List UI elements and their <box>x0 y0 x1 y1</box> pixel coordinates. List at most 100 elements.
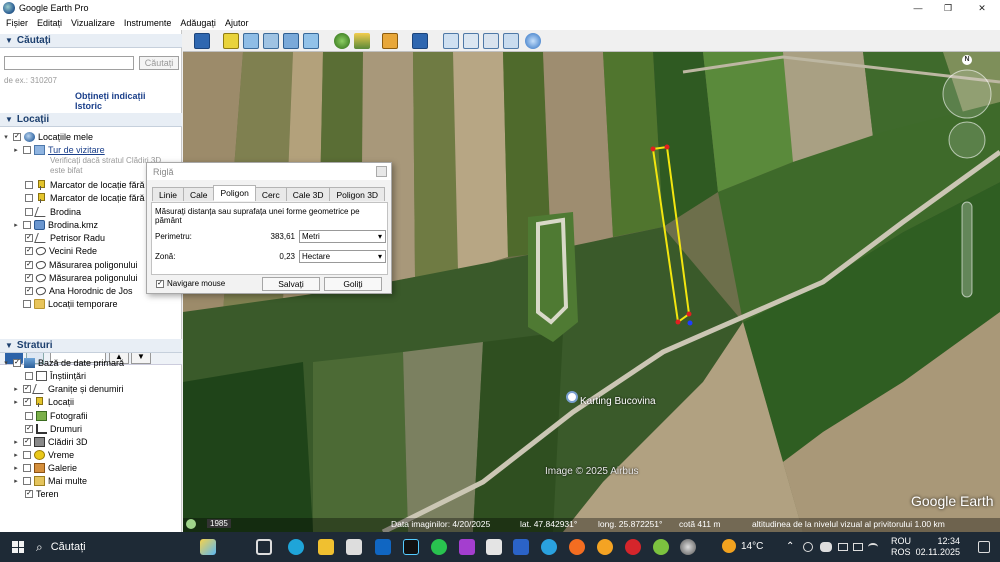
copilot-icon[interactable] <box>200 539 216 555</box>
expand-icon[interactable]: ▸ <box>12 385 20 393</box>
layer-item[interactable]: ▸ Galerie <box>12 461 77 474</box>
checkbox[interactable] <box>25 273 33 282</box>
tab-line[interactable]: Linie <box>152 187 184 201</box>
places-item[interactable]: Locații temporare <box>12 297 118 310</box>
store-icon[interactable] <box>346 539 362 555</box>
calculator-icon[interactable] <box>486 539 502 555</box>
menu-edit[interactable]: Editați <box>37 18 62 28</box>
expand-icon[interactable]: ▾ <box>2 133 10 141</box>
file-explorer-icon[interactable] <box>318 539 334 555</box>
checkbox[interactable] <box>25 489 33 498</box>
checkbox[interactable] <box>25 233 33 242</box>
checkbox[interactable] <box>13 132 21 141</box>
whatsapp-icon[interactable] <box>431 539 447 555</box>
places-item[interactable]: Marcator de locație fără t <box>22 178 150 191</box>
checkbox[interactable] <box>23 476 31 485</box>
expand-icon[interactable]: ▸ <box>12 146 20 154</box>
chevron-up-icon[interactable]: ⌃ <box>786 541 794 552</box>
expand-icon[interactable]: ▸ <box>12 221 20 229</box>
layer-item[interactable]: Înștiințări <box>22 369 86 382</box>
layer-item[interactable]: ▸ Mai multe <box>12 474 87 487</box>
checkbox[interactable] <box>23 397 31 406</box>
sunlight-icon[interactable] <box>354 33 370 49</box>
checkbox[interactable] <box>25 286 33 295</box>
cloud-icon[interactable] <box>820 542 832 552</box>
checkbox[interactable] <box>25 424 33 433</box>
menu-help[interactable]: Ajutor <box>225 18 249 28</box>
display-icon[interactable] <box>838 543 848 551</box>
record-tour-icon[interactable] <box>303 33 319 49</box>
sidebar-toggle-icon[interactable] <box>194 33 210 49</box>
expand-icon[interactable]: ▸ <box>12 398 20 406</box>
search-input[interactable] <box>4 56 134 70</box>
earth-view-icon[interactable] <box>525 33 541 49</box>
clear-button[interactable]: Goliți <box>324 277 382 291</box>
onenote-icon[interactable] <box>459 539 475 555</box>
expand-icon[interactable]: ▾ <box>2 359 10 367</box>
layer-item[interactable]: Fotografii <box>22 409 88 422</box>
history-icon[interactable] <box>186 519 196 529</box>
area-unit-select[interactable]: Hectare <box>299 250 386 263</box>
expand-icon[interactable]: ▸ <box>12 438 20 446</box>
checkbox[interactable] <box>23 384 31 393</box>
layers-section-header[interactable]: ▼ Straturi <box>0 339 182 353</box>
layer-item[interactable]: ▾ Bază de date primară <box>2 356 124 369</box>
outlook-icon[interactable] <box>375 539 391 555</box>
checkbox[interactable] <box>23 463 31 472</box>
checkbox[interactable] <box>25 260 33 269</box>
save-button[interactable]: Salvați <box>262 277 320 291</box>
menu-add[interactable]: Adăugați <box>180 18 216 28</box>
google-earth-taskbar-icon[interactable] <box>680 539 696 555</box>
expand-icon[interactable]: ▸ <box>12 451 20 459</box>
minimize-button[interactable]: — <box>902 0 934 16</box>
checkbox[interactable] <box>13 358 21 367</box>
opera-icon[interactable] <box>625 539 641 555</box>
tab-polygon[interactable]: Poligon <box>213 185 256 201</box>
tab-circle[interactable]: Cerc <box>254 187 287 201</box>
telegram-icon[interactable] <box>541 539 557 555</box>
places-item[interactable]: Brodina <box>22 205 81 218</box>
layer-item[interactable]: ▸ Locații <box>12 395 74 408</box>
directions-link[interactable]: Obțineți indicații <box>75 91 146 101</box>
checkbox[interactable] <box>23 145 31 154</box>
tray-icon[interactable] <box>803 542 813 552</box>
checkbox[interactable] <box>25 246 33 255</box>
historical-imagery-icon[interactable] <box>334 33 350 49</box>
place-label[interactable]: Karting Bucovina <box>580 396 656 407</box>
menu-tools[interactable]: Instrumente <box>124 18 172 28</box>
history-year[interactable]: 1985 <box>207 519 231 528</box>
layer-item[interactable]: Drumuri <box>22 422 82 435</box>
menu-view[interactable]: Vizualizare <box>71 18 115 28</box>
planets-icon[interactable] <box>382 33 398 49</box>
compass-north[interactable]: N <box>962 55 972 65</box>
menu-file[interactable]: Fișier <box>6 18 28 28</box>
checkbox[interactable] <box>25 207 33 216</box>
close-button[interactable]: ✕ <box>966 0 998 16</box>
weather-app-icon[interactable] <box>597 539 613 555</box>
places-item[interactable]: Marcator de locație fără t <box>22 191 150 204</box>
places-item[interactable]: Petrisor Radu <box>22 231 105 244</box>
checkbox[interactable] <box>23 450 31 459</box>
places-item[interactable]: ▾ Locațiile mele <box>2 130 93 143</box>
tab-path-3d[interactable]: Cale 3D <box>285 187 331 201</box>
start-icon[interactable] <box>12 541 24 553</box>
close-icon[interactable] <box>376 166 387 177</box>
places-item[interactable]: Vecini Rede <box>22 244 97 257</box>
clock[interactable]: 12:34 02.11.2025 <box>916 536 960 558</box>
weather-widget[interactable]: 14°C <box>722 539 763 553</box>
email-icon[interactable] <box>443 33 459 49</box>
history-link[interactable]: Istoric <box>75 101 102 111</box>
tab-polygon-3d[interactable]: Poligon 3D <box>329 187 386 201</box>
layer-item[interactable]: ▸ Vreme <box>12 448 74 461</box>
add-placemark-icon[interactable] <box>223 33 239 49</box>
places-item[interactable]: ▸ Brodina.kmz <box>12 218 98 231</box>
checkbox[interactable] <box>25 411 33 420</box>
language-indicator[interactable]: ROU ROS <box>891 536 911 558</box>
tab-path[interactable]: Cale <box>182 187 215 201</box>
task-view-icon[interactable] <box>256 539 272 555</box>
layer-item[interactable]: ▸ Clădiri 3D <box>12 435 88 448</box>
expand-icon[interactable]: ▸ <box>12 477 20 485</box>
places-item[interactable]: Măsurarea poligonului <box>22 258 138 271</box>
tiktok-icon[interactable] <box>403 539 419 555</box>
firefox-icon[interactable] <box>569 539 585 555</box>
